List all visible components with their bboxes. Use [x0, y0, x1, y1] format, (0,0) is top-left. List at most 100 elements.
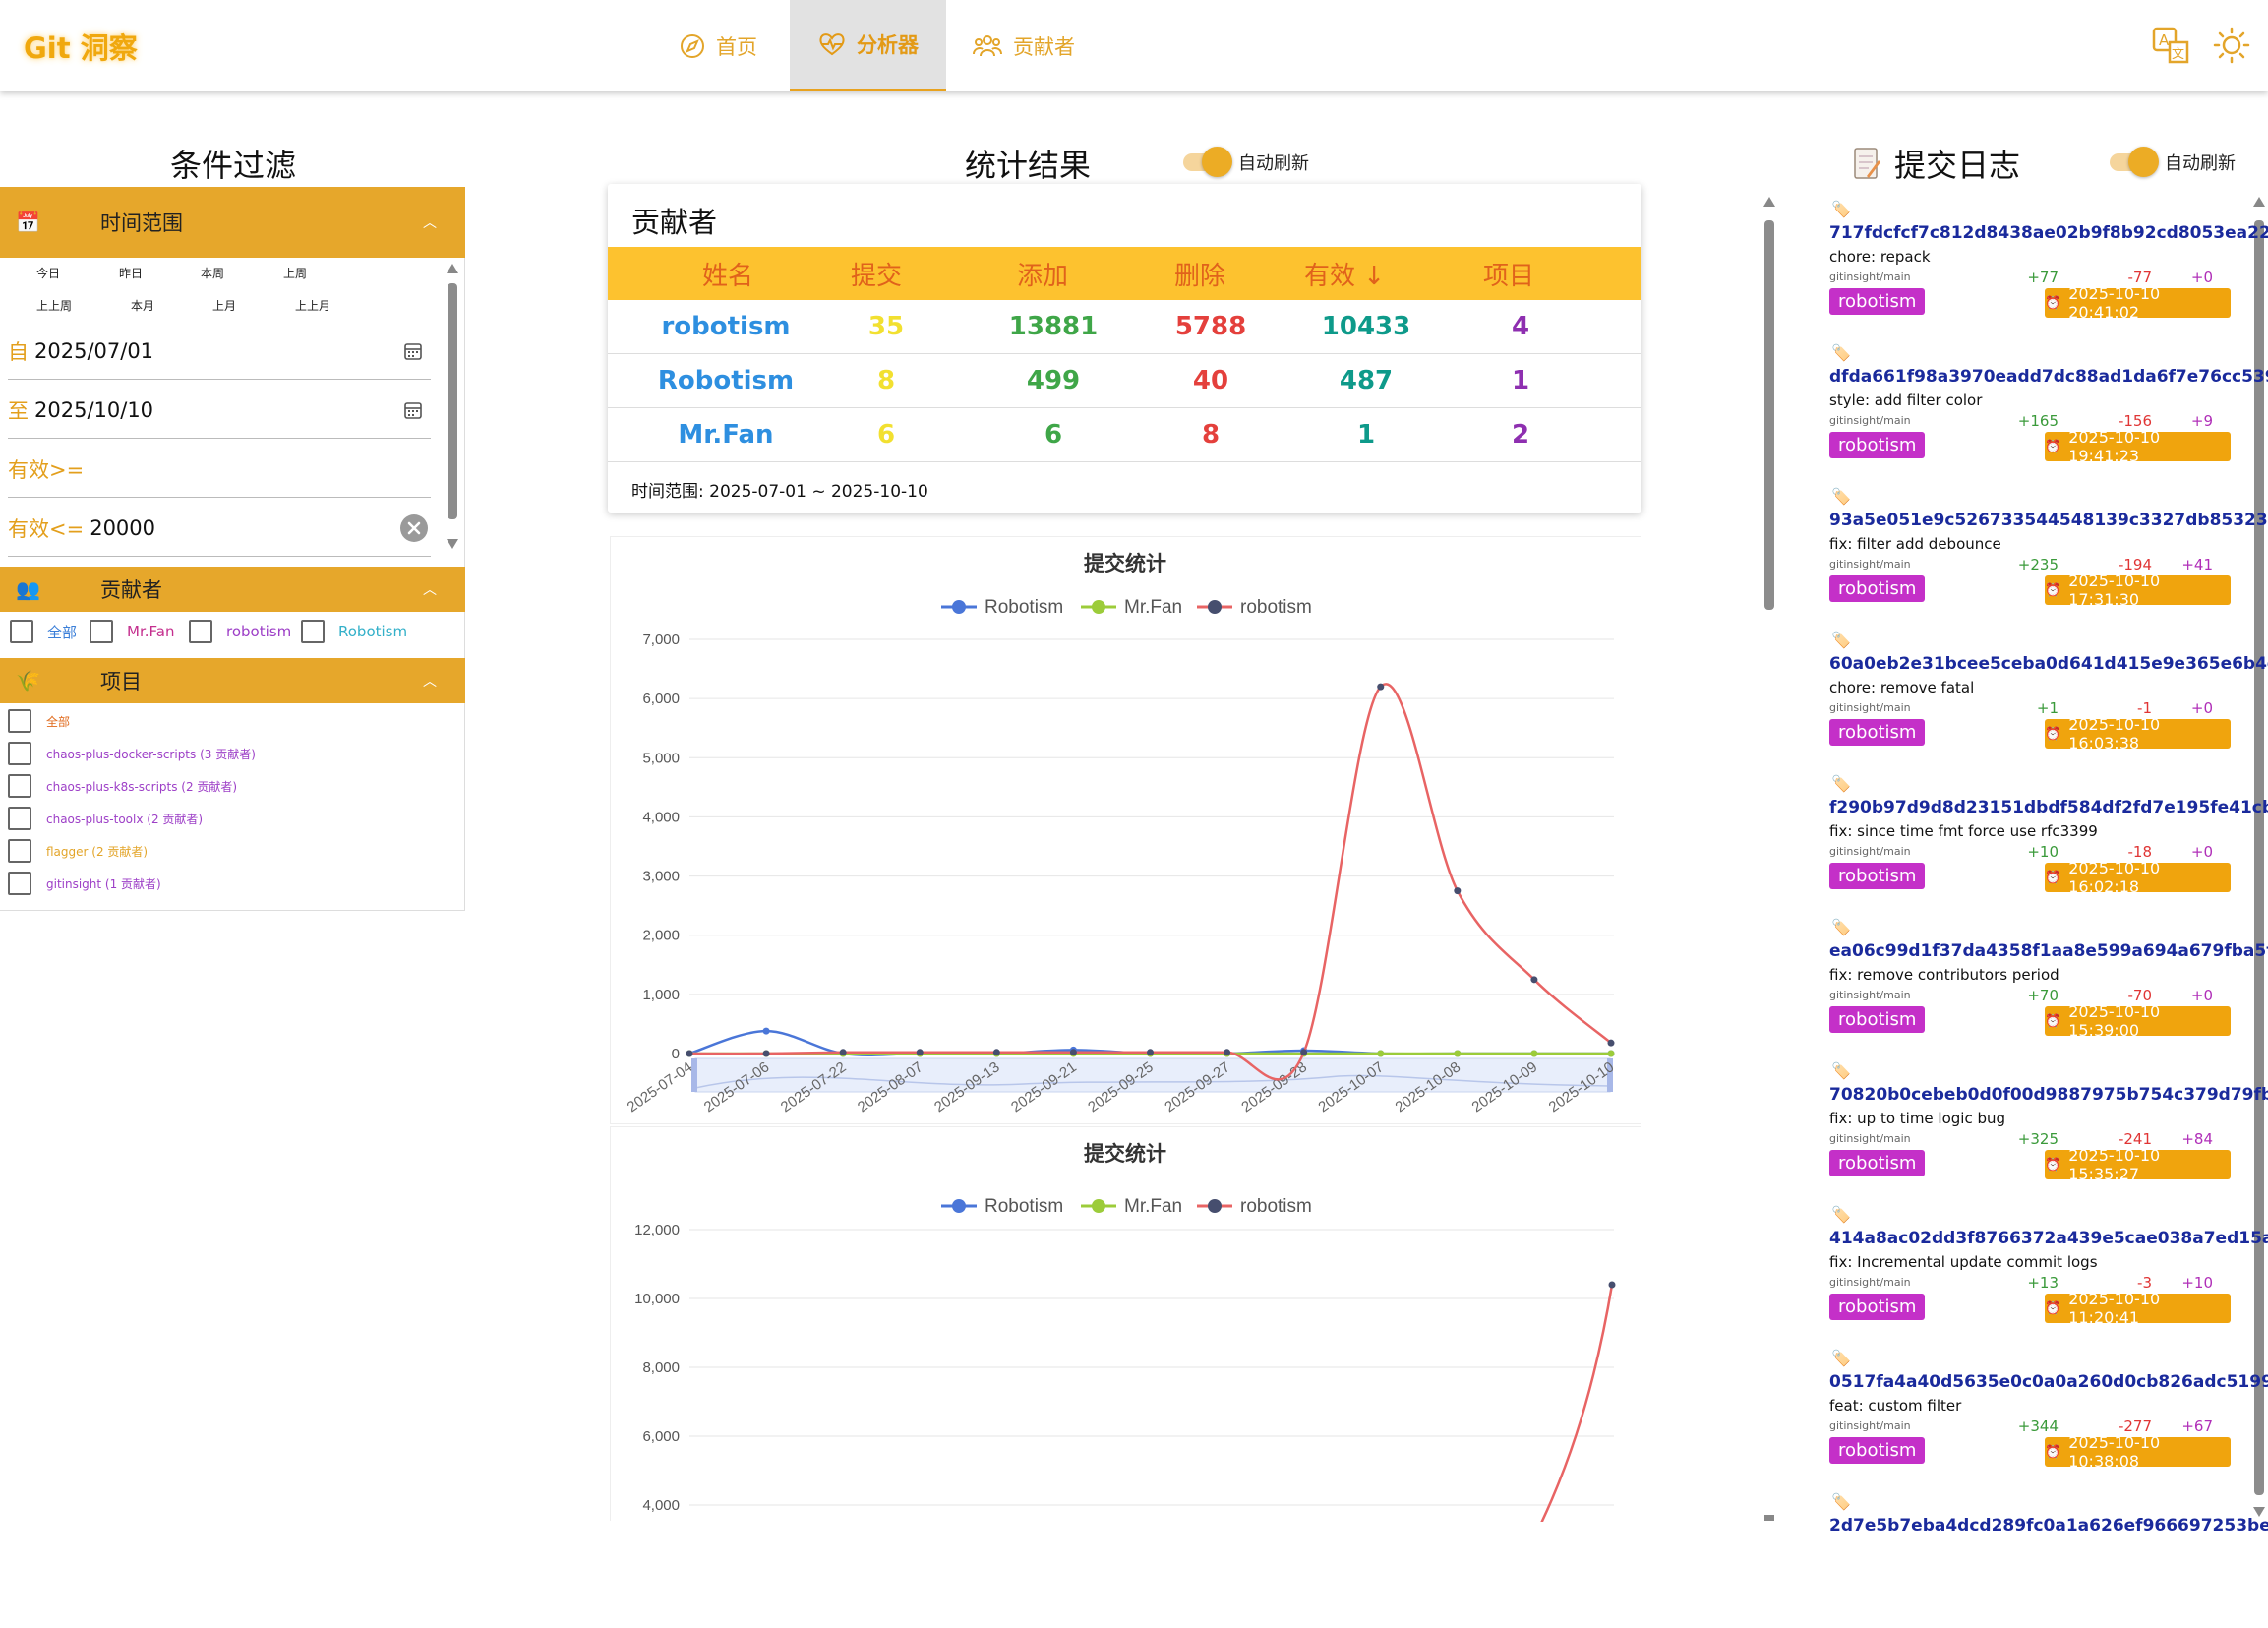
project-checkbox[interactable]: gitinsight (1 贡献者): [8, 872, 161, 895]
tab-contributors[interactable]: 贡献者: [972, 0, 1075, 91]
data-point[interactable]: [1377, 1050, 1385, 1057]
chevron-up-icon[interactable]: ︿: [423, 579, 437, 599]
toggle-track[interactable]: [1183, 147, 1232, 177]
legend-marker[interactable]: [1208, 600, 1222, 614]
data-point[interactable]: [1147, 1049, 1154, 1056]
projects-header[interactable]: 🌾 项目 ︿: [0, 658, 465, 703]
commit-author-badge[interactable]: robotism: [1829, 863, 1926, 889]
commit-author-badge[interactable]: robotism: [1829, 719, 1926, 746]
chevron-up-icon[interactable]: ︿: [423, 212, 437, 232]
to-date-value[interactable]: 2025/10/10: [34, 398, 153, 422]
legend-label[interactable]: Robotism: [985, 597, 1063, 618]
checkbox-box[interactable]: [8, 807, 31, 830]
data-point[interactable]: [1454, 887, 1462, 895]
col-name[interactable]: 姓名: [659, 256, 797, 292]
commit-entry[interactable]: 🏷️ 2d7e5b7eba4dcd289fc0a1a626ef966697253…: [1820, 1484, 2268, 1628]
table-row[interactable]: Mr.Fan 6 6 8 1 2: [608, 408, 1641, 462]
col-projects[interactable]: 项目: [1440, 256, 1578, 292]
project-checkbox[interactable]: chaos-plus-k8s-scripts (2 贡献者): [8, 774, 237, 798]
chevron-up-icon[interactable]: ︿: [423, 671, 437, 691]
checkbox-box[interactable]: [8, 872, 31, 895]
table-row[interactable]: robotism 35 13881 5788 10433 4: [608, 300, 1641, 354]
col-effective[interactable]: 有效 ↓: [1271, 256, 1418, 292]
stats-auto-refresh-toggle[interactable]: 自动刷新: [1183, 147, 1309, 177]
quick-this-month[interactable]: 本月: [131, 297, 154, 314]
log-scrollbar[interactable]: [2252, 195, 2266, 1521]
data-point[interactable]: [1224, 1049, 1231, 1056]
commit-entry[interactable]: 🏷️ ea06c99d1f37da4358f1aa8e599a694a679fb…: [1820, 910, 2268, 1054]
commit-author-badge[interactable]: robotism: [1829, 1437, 1926, 1464]
project-checkbox[interactable]: chaos-plus-toolx (2 贡献者): [8, 807, 203, 830]
commit-author-badge[interactable]: robotism: [1829, 288, 1926, 315]
series-line-robotism[interactable]: [1531, 1284, 1614, 1540]
data-point[interactable]: [916, 1049, 924, 1056]
commit-entry[interactable]: 🏷️ f290b97d9d8d23151dbdf584df2fd7e195fe4…: [1820, 766, 2268, 910]
commit-hash[interactable]: 0517fa4a40d5635e0c0a0a260d0cb826adc5199f: [1829, 1372, 2268, 1392]
commit-entry[interactable]: 🏷️ 717fdcfcf7c812d8438ae02b9f8b92cd8053e…: [1820, 192, 2268, 335]
data-zoom-handle[interactable]: [691, 1058, 697, 1092]
commit-author-badge[interactable]: robotism: [1829, 1150, 1926, 1176]
data-point[interactable]: [1454, 1050, 1462, 1057]
legend-label[interactable]: Mr.Fan: [1124, 597, 1182, 618]
log-auto-refresh-toggle[interactable]: 自动刷新: [2110, 147, 2236, 177]
contributor-all-checkbox[interactable]: 全部: [10, 620, 77, 643]
chart-svg[interactable]: 提交统计 Robotism Mr.Fan robotism 0 1,000 2,000 3,0…: [611, 537, 1641, 1123]
commit-hash[interactable]: 2d7e5b7eba4dcd289fc0a1a626ef966697253be: [1829, 1516, 2268, 1536]
data-point[interactable]: [762, 1050, 770, 1057]
contributor-robotism-checkbox[interactable]: robotism: [189, 620, 291, 643]
data-point[interactable]: [992, 1049, 1000, 1056]
commit-entry[interactable]: 🏷️ 60a0eb2e31bcee5ceba0d641d415e9e365e6b…: [1820, 623, 2268, 766]
table-row[interactable]: Robotism 8 499 40 487 1: [608, 354, 1641, 408]
calendar-picker-icon[interactable]: [403, 400, 423, 420]
data-point[interactable]: [1069, 1049, 1077, 1056]
commit-author-badge[interactable]: robotism: [1829, 1006, 1926, 1033]
calendar-picker-icon[interactable]: [403, 341, 423, 361]
data-point[interactable]: [1608, 1281, 1616, 1289]
checkbox-box[interactable]: [8, 774, 31, 798]
legend-label[interactable]: Robotism: [985, 1196, 1063, 1217]
commit-hash[interactable]: 717fdcfcf7c812d8438ae02b9f8b92cd8053ea22: [1829, 223, 2268, 243]
tab-home[interactable]: 首页: [679, 0, 757, 91]
commit-entry[interactable]: 🏷️ dfda661f98a3970eadd7dc88ad1da6f7e76cc…: [1820, 335, 2268, 479]
commit-hash[interactable]: 93a5e051e9c526733544548139c3327db8532318: [1829, 511, 2268, 530]
legend-marker[interactable]: [952, 1199, 966, 1213]
from-date-field[interactable]: 自 2025/07/01: [8, 323, 431, 380]
data-point[interactable]: [1607, 1039, 1615, 1047]
data-point[interactable]: [1377, 683, 1385, 691]
from-date-value[interactable]: 2025/07/01: [34, 339, 153, 363]
commit-entry[interactable]: 🏷️ 93a5e051e9c526733544548139c3327db8532…: [1820, 479, 2268, 623]
legend-label[interactable]: robotism: [1240, 1196, 1312, 1217]
chart-svg[interactable]: 提交统计 Robotism Mr.Fan robotism 4,000 6,000 8,00…: [611, 1127, 1641, 1540]
checkbox-box[interactable]: [8, 839, 31, 863]
checkbox-box[interactable]: [8, 709, 31, 733]
toggle-track[interactable]: [2110, 147, 2159, 177]
data-point[interactable]: [1300, 1049, 1308, 1056]
filter-scrollbar[interactable]: [446, 264, 459, 559]
contributor-mrfan-checkbox[interactable]: Mr.Fan: [90, 620, 174, 643]
project-checkbox[interactable]: chaos-plus-docker-scripts (3 贡献者): [8, 742, 256, 765]
commit-hash[interactable]: 60a0eb2e31bcee5ceba0d641d415e9e365e6b4ea: [1829, 654, 2268, 674]
theme-toggle-icon[interactable]: [2213, 27, 2250, 64]
data-point[interactable]: [1530, 1050, 1538, 1057]
legend-marker[interactable]: [952, 600, 966, 614]
commit-hash[interactable]: 70820b0cebeb0d0f00d9887975b754c379d79fba: [1829, 1085, 2268, 1105]
effective-max-field[interactable]: 有效<= 20000: [8, 500, 431, 557]
col-added[interactable]: 添加: [974, 256, 1111, 292]
clear-icon[interactable]: [399, 513, 429, 543]
commit-author-badge[interactable]: robotism: [1829, 432, 1926, 458]
effective-min-field[interactable]: 有效>=: [8, 441, 431, 498]
contributor-Robotism-checkbox[interactable]: Robotism: [301, 620, 407, 643]
quick-last-month[interactable]: 上月: [212, 297, 236, 314]
quick-yesterday[interactable]: 昨日: [119, 265, 143, 281]
checkbox-box[interactable]: [90, 620, 113, 643]
translate-icon[interactable]: A文: [2152, 27, 2191, 64]
data-point[interactable]: [762, 1027, 770, 1035]
quick-today[interactable]: 今日: [36, 265, 60, 281]
legend-marker[interactable]: [1092, 1199, 1105, 1213]
checkbox-box[interactable]: [301, 620, 325, 643]
stats-scrollbar[interactable]: [1762, 195, 1776, 1521]
col-commits[interactable]: 提交: [822, 256, 930, 292]
checkbox-box[interactable]: [189, 620, 212, 643]
legend-label[interactable]: Mr.Fan: [1124, 1196, 1182, 1217]
commit-entry[interactable]: 🏷️ 414a8ac02dd3f8766372a439e5cae038a7ed1…: [1820, 1197, 2268, 1341]
